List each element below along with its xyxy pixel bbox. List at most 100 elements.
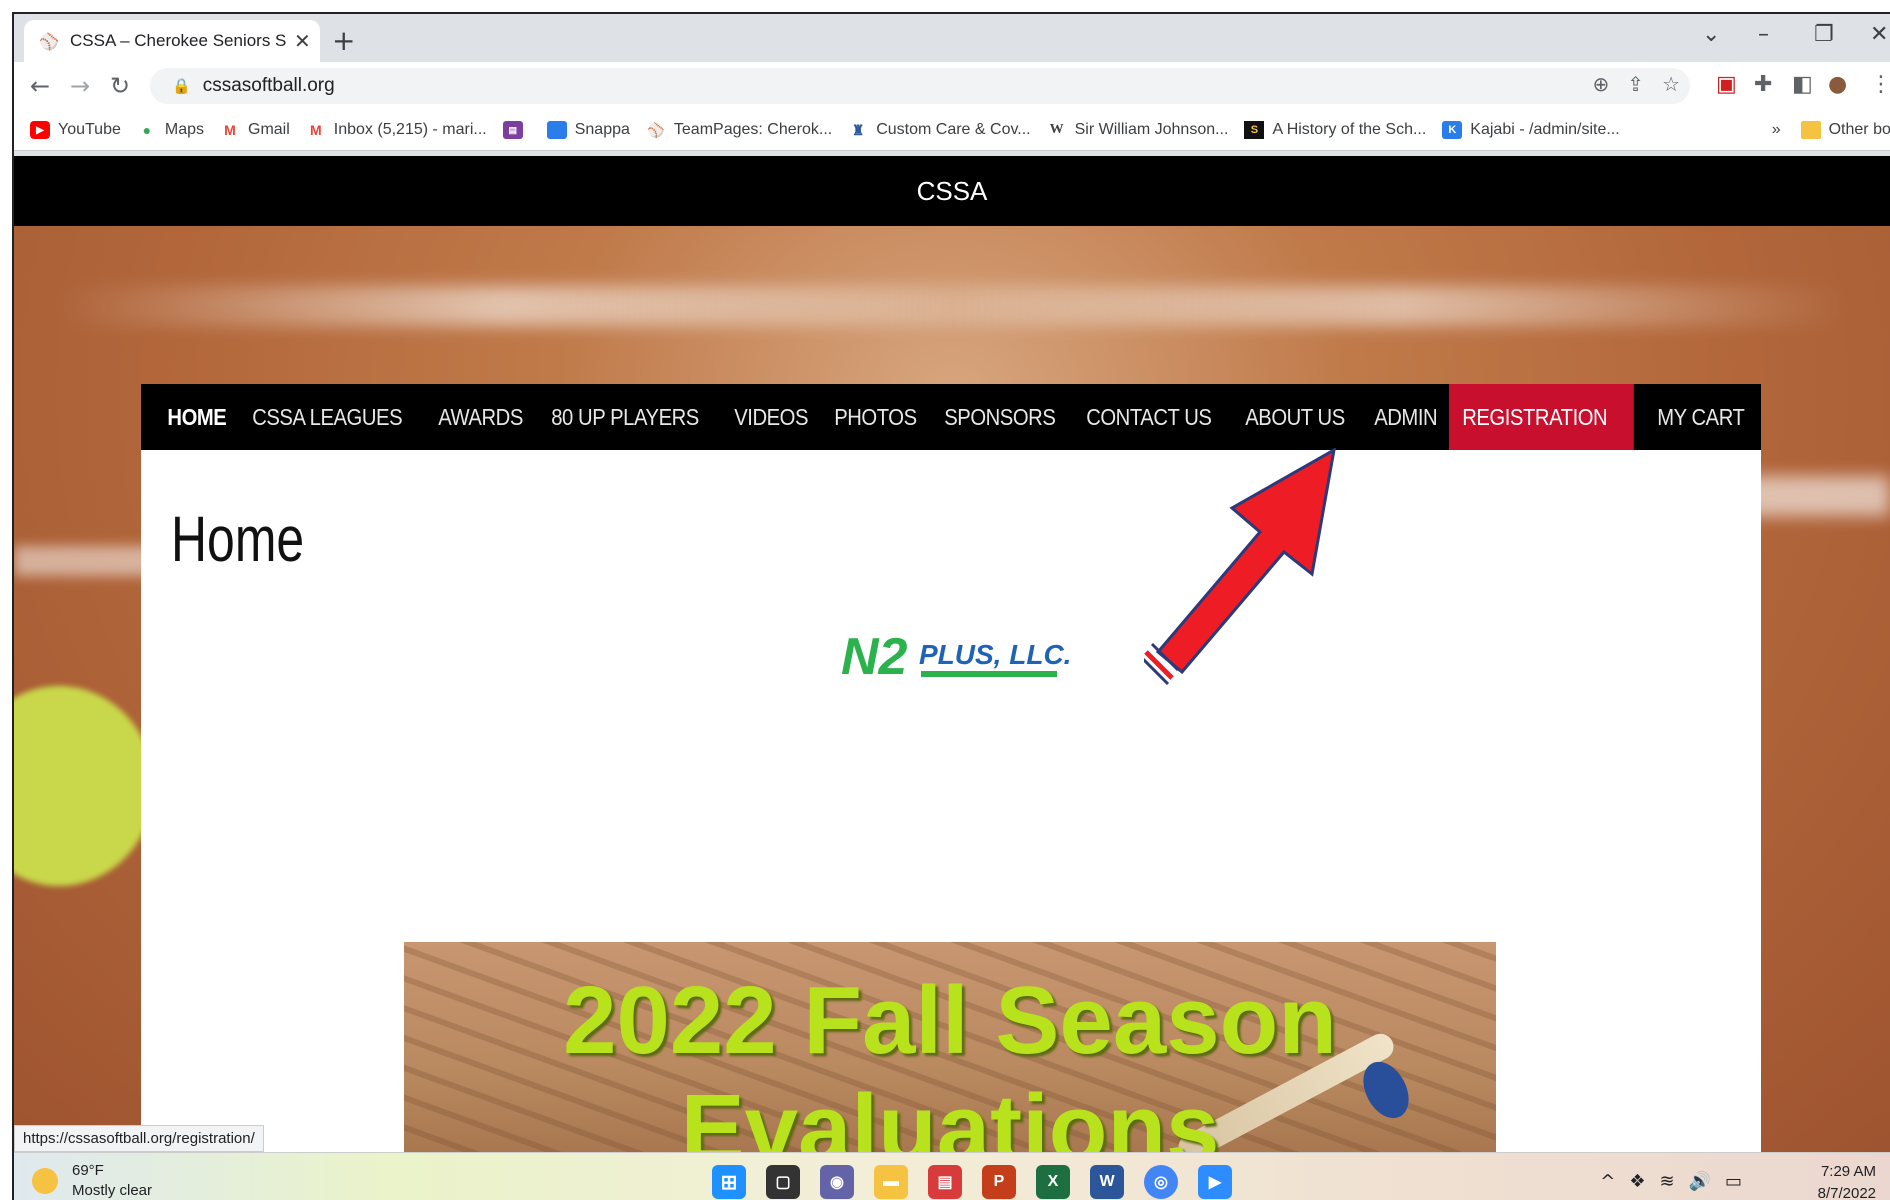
- more-bookmarks[interactable]: »: [1772, 121, 1781, 139]
- windows-start-icon[interactable]: ⊞: [712, 1165, 746, 1199]
- logo-n2-text: N2: [841, 628, 908, 686]
- reload-icon[interactable]: ↻: [100, 72, 140, 100]
- folder-icon: [1800, 121, 1821, 139]
- nav-awards[interactable]: AWARDS: [425, 384, 536, 450]
- tab-strip: ⚾ CSSA – Cherokee Seniors Softbal ✕ + ⌄ …: [14, 14, 1890, 62]
- main-nav: HOME CSSA LEAGUES AWARDS 80 UP PLAYERS V…: [141, 384, 1761, 450]
- snappa-icon: [546, 121, 567, 139]
- bookmark-inbox[interactable]: M Inbox (5,215) - mari...: [306, 121, 487, 139]
- bookmark-app[interactable]: ▤: [502, 121, 531, 139]
- chrome-icon[interactable]: ◎: [1144, 1165, 1178, 1199]
- news-app-icon[interactable]: ▤: [928, 1165, 962, 1199]
- task-view-icon[interactable]: ▢: [766, 1165, 800, 1199]
- teampages-icon: ⚾: [647, 121, 665, 138]
- nav-my-cart[interactable]: MY CART: [1644, 384, 1758, 450]
- moon-weather-icon: [32, 1168, 58, 1194]
- s-icon: S: [1244, 121, 1265, 139]
- bookmark-maps[interactable]: ● Maps: [137, 121, 204, 139]
- close-tab-icon[interactable]: ✕: [294, 29, 311, 53]
- banner-line2: Evaluations: [680, 1075, 1220, 1152]
- bookmark-snappa[interactable]: Snappa: [546, 121, 630, 139]
- browser-toolbar: ← → ↻ 🔒 cssasoftball.org ⊕ ⇪ ☆: [14, 62, 1890, 110]
- youtube-icon: ▶: [30, 121, 50, 139]
- close-window-icon[interactable]: ✕: [1870, 22, 1888, 47]
- red-arrow-annotation: [1144, 448, 1336, 686]
- back-icon[interactable]: ←: [20, 72, 60, 100]
- zoom-icon[interactable]: ⊕: [1593, 72, 1610, 96]
- weather-temp: 69°F: [72, 1162, 104, 1179]
- nav-80-up-players[interactable]: 80 UP PLAYERS: [538, 384, 712, 450]
- fall-season-banner[interactable]: 2022 Fall Season Evaluations: [404, 942, 1496, 1152]
- share-icon[interactable]: ⇪: [1627, 72, 1644, 96]
- nav-about-us[interactable]: ABOUT US: [1232, 384, 1358, 450]
- site-header: CSSA: [14, 156, 1890, 226]
- restore-icon[interactable]: ❐: [1814, 22, 1834, 47]
- nav-sponsors[interactable]: SPONSORS: [931, 384, 1069, 450]
- nav-photos[interactable]: PHOTOS: [821, 384, 930, 450]
- nav-contact-us[interactable]: CONTACT US: [1073, 384, 1225, 450]
- bookmarks-bar: ▶ YouTube ● Maps M Gmail M Inbox (5,215) - m…: [14, 110, 1890, 151]
- new-tab-icon[interactable]: +: [332, 24, 355, 57]
- address-url[interactable]: cssasoftball.org: [203, 75, 335, 97]
- bookmark-wikipedia[interactable]: W Sir William Johnson...: [1047, 121, 1229, 139]
- extensions-puzzle-icon[interactable]: ✚: [1754, 72, 1772, 97]
- nav-videos[interactable]: VIDEOS: [721, 384, 821, 450]
- site-brand[interactable]: CSSA: [917, 176, 988, 207]
- other-bookmarks[interactable]: Other bookmarks: [1800, 121, 1890, 139]
- bookmark-custom-care[interactable]: ♜ Custom Care & Cov...: [848, 121, 1031, 139]
- system-clock[interactable]: 7:29 AM 8/7/2022: [1818, 1161, 1876, 1200]
- menu-kebab-icon[interactable]: ⋮: [1870, 72, 1890, 97]
- status-bar-url: https://cssasoftball.org/registration/: [14, 1125, 264, 1152]
- bookmark-star-icon[interactable]: ☆: [1662, 72, 1680, 96]
- nav-home[interactable]: HOME: [141, 384, 240, 450]
- nav-cssa-leagues[interactable]: CSSA LEAGUES: [239, 384, 415, 450]
- page-title: Home: [171, 503, 305, 575]
- zoom-app-icon[interactable]: ▶: [1198, 1165, 1232, 1199]
- browser-window: ⚾ CSSA – Cherokee Seniors Softbal ✕ + ⌄ …: [12, 12, 1890, 1200]
- kajabi-icon: K: [1442, 121, 1463, 139]
- weather-widget[interactable]: 69°F Mostly clear: [32, 1161, 152, 1200]
- excel-icon[interactable]: X: [1036, 1165, 1070, 1199]
- volume-icon[interactable]: 🔊: [1689, 1171, 1711, 1192]
- file-explorer-icon[interactable]: ▬: [874, 1165, 908, 1199]
- tray-chevron-icon[interactable]: ^: [1600, 1171, 1615, 1192]
- nav-registration[interactable]: REGISTRATION: [1448, 384, 1634, 450]
- banner-line1: 2022 Fall Season: [563, 967, 1337, 1074]
- castle-icon: ♜: [851, 121, 865, 138]
- bookmark-teampages[interactable]: ⚾ TeamPages: Cherok...: [646, 121, 832, 139]
- gmail-icon: M: [309, 122, 322, 138]
- word-icon[interactable]: W: [1090, 1165, 1124, 1199]
- tab-search-icon[interactable]: ⌄: [1702, 22, 1720, 47]
- tab-title: CSSA – Cherokee Seniors Softbal: [70, 31, 286, 50]
- side-panel-icon[interactable]: ◧: [1792, 72, 1813, 97]
- forward-icon[interactable]: →: [60, 72, 100, 100]
- browser-tab-active[interactable]: ⚾ CSSA – Cherokee Seniors Softbal ✕: [24, 20, 320, 62]
- softball-image: [14, 686, 154, 886]
- bookmark-gmail[interactable]: M Gmail: [220, 121, 290, 139]
- clock-date: 8/7/2022: [1817, 1185, 1876, 1200]
- app-icon: ▤: [502, 121, 523, 139]
- windows-taskbar: 69°F Mostly clear ⊞ ▢ ◉ ▬ ▤ P X W ◎ ▶ ^ …: [14, 1152, 1890, 1200]
- battery-icon[interactable]: ▭: [1725, 1171, 1742, 1192]
- softball-favicon-icon: ⚾: [39, 31, 59, 51]
- powerpoint-icon[interactable]: P: [982, 1165, 1016, 1199]
- bookmark-youtube[interactable]: ▶ YouTube: [30, 121, 121, 139]
- lock-icon[interactable]: 🔒: [172, 77, 191, 95]
- n2plus-logo[interactable]: N2 PLUS, LLC.: [841, 628, 1071, 688]
- minimize-icon[interactable]: –: [1758, 22, 1769, 47]
- wikipedia-icon: W: [1049, 122, 1064, 137]
- dropbox-icon[interactable]: ❖: [1629, 1171, 1645, 1192]
- acrobat-extension-icon[interactable]: ▣: [1716, 72, 1737, 97]
- bookmark-kajabi[interactable]: K Kajabi - /admin/site...: [1442, 121, 1620, 139]
- bookmark-history[interactable]: SA History of the Sch...: [1244, 121, 1426, 139]
- teams-chat-icon[interactable]: ◉: [820, 1165, 854, 1199]
- web-page: CSSA HOME CSSA LEAGUES AWARDS 80 UP PLAY…: [14, 156, 1890, 1152]
- wifi-icon[interactable]: ≋: [1659, 1171, 1674, 1192]
- nav-admin[interactable]: ADMIN: [1361, 384, 1450, 450]
- logo-plus-text: PLUS, LLC.: [919, 639, 1071, 670]
- profile-avatar-icon[interactable]: ●: [1828, 72, 1847, 97]
- content-container: HOME CSSA LEAGUES AWARDS 80 UP PLAYERS V…: [141, 384, 1761, 1152]
- address-bar[interactable]: 🔒 cssasoftball.org ⊕ ⇪ ☆: [150, 68, 1690, 104]
- clock-time: 7:29 AM: [1820, 1163, 1876, 1180]
- gmail-icon: M: [224, 122, 236, 138]
